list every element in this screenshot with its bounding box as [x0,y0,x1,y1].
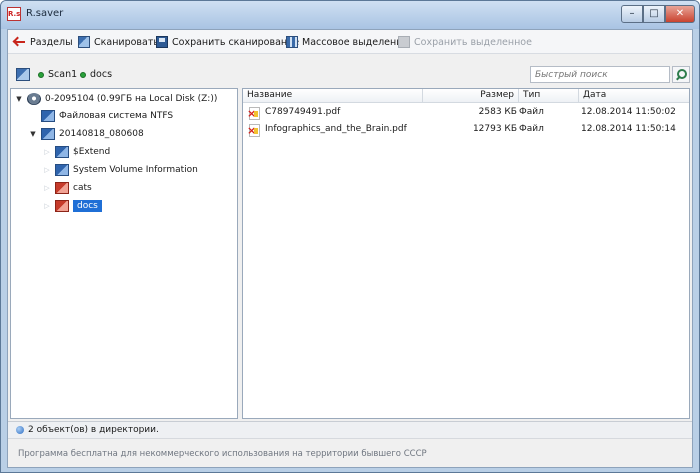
red-folder-icon [55,200,69,212]
client-area: Разделы Сканировать Сохранить сканирован… [7,29,693,468]
file-date: 12.08.2014 11:50:14 [581,124,676,134]
license-note: Программа бесплатна для некоммерческого … [8,438,692,467]
maximize-button[interactable]: □ [643,5,665,23]
collapse-arrow-icon[interactable]: ▷ [43,202,51,210]
tree-item-scan-folder[interactable]: ▼ 20140818_080608 [29,126,144,142]
collapse-arrow-icon[interactable]: ▷ [43,184,51,192]
tree-item-cats[interactable]: ▷ cats [43,180,92,196]
minimize-button[interactable]: – [621,5,643,23]
scan-icon [78,36,90,48]
red-folder-icon [55,182,69,194]
table-row[interactable]: Infographics_and_the_Brain.pdf 12793 КБ … [243,122,689,139]
tree-item-disk[interactable]: ▼ 0-2095104 (0.99ГБ на Local Disk (Z:)) [15,91,217,107]
tree-item-label: cats [73,183,92,193]
table-row[interactable]: C789749491.pdf 2583 КБ Файл 12.08.2014 1… [243,105,689,122]
file-size: 12793 КБ [472,124,517,134]
green-dot-icon [38,71,44,78]
breadcrumb-docs[interactable]: docs [80,69,112,80]
address-bar: Scan1 docs [8,64,692,86]
mass-select-icon [286,36,298,48]
title-bar[interactable]: R.s R.saver – □ ✕ [1,1,699,29]
save-scan-label: Сохранить сканирование [172,36,300,48]
tree-item-extend[interactable]: ▷ $Extend [43,144,110,160]
column-header-size[interactable]: Размер [423,89,519,103]
breadcrumb-label: docs [90,69,113,80]
pdf-file-icon [247,124,260,137]
file-date: 12.08.2014 11:50:02 [581,107,676,117]
breadcrumb-scan1[interactable]: Scan1 [38,69,77,80]
mass-select-button[interactable]: Массовое выделение [286,34,408,50]
tree-item-label: System Volume Information [73,165,198,175]
scan-label: Сканировать [94,36,159,48]
expand-arrow-icon[interactable]: ▼ [15,95,23,103]
search-icon[interactable] [672,66,690,83]
list-header: Название Размер Тип Дата [243,89,689,103]
info-icon [16,426,24,434]
tree-item-label: $Extend [73,147,111,157]
file-type: Файл [519,124,544,134]
column-header-date[interactable]: Дата [579,89,689,103]
tree-item-docs[interactable]: ▷ docs [43,198,102,214]
window-title: R.saver [26,8,64,19]
column-header-name[interactable]: Название [243,89,423,103]
floppy-disk-icon [156,36,168,48]
disk-icon [27,93,41,105]
tree-item-label: docs [73,200,102,212]
tree-item-label: Файловая система NTFS [59,111,174,121]
folder-tree: ▼ 0-2095104 (0.99ГБ на Local Disk (Z:)) … [10,88,238,419]
save-scan-button[interactable]: Сохранить сканирование [156,34,299,50]
status-text: 2 объект(ов) в директории. [28,425,159,435]
app-window: R.s R.saver – □ ✕ Разделы Сканировать Со… [0,0,700,473]
folder-icon [41,128,55,140]
status-bar: 2 объект(ов) в директории. [8,421,692,438]
folder-icon [55,164,69,176]
expand-arrow-icon[interactable]: ▼ [29,130,37,138]
green-dot-icon [80,71,86,78]
folder-icon [41,110,55,122]
tree-item-label: 0-2095104 (0.99ГБ на Local Disk (Z:)) [45,94,218,104]
partitions-button[interactable]: Разделы [14,34,73,50]
folder-icon [55,146,69,158]
location-icon [16,68,30,81]
pdf-file-icon [247,107,260,120]
partitions-label: Разделы [30,36,73,48]
collapse-arrow-icon[interactable]: ▷ [43,148,51,156]
tree-item-label: 20140818_080608 [59,129,144,139]
collapse-arrow-icon[interactable]: ▷ [43,166,51,174]
back-arrow-icon [14,36,26,48]
app-logo-icon: R.s [7,7,21,21]
file-name: Infographics_and_the_Brain.pdf [265,124,407,134]
save-selected-button[interactable]: Сохранить выделенное [398,34,532,50]
toolbar: Разделы Сканировать Сохранить сканирован… [8,30,692,54]
tree-item-ntfs[interactable]: Файловая система NTFS [29,108,173,124]
quick-search-input[interactable] [530,66,670,83]
column-header-type[interactable]: Тип [519,89,579,103]
file-size: 2583 КБ [478,107,517,117]
mass-select-label: Массовое выделение [302,36,409,48]
scan-button[interactable]: Сканировать [78,34,159,50]
breadcrumb-label: Scan1 [48,69,78,80]
save-selected-icon [398,36,410,48]
file-type: Файл [519,107,544,117]
save-selected-label: Сохранить выделенное [414,36,532,48]
license-text: Программа бесплатна для некоммерческого … [18,449,427,459]
file-name: C789749491.pdf [265,107,341,117]
tree-item-system-volume[interactable]: ▷ System Volume Information [43,162,198,178]
file-list: Название Размер Тип Дата C789749491.pdf … [242,88,690,419]
close-button[interactable]: ✕ [665,5,695,23]
